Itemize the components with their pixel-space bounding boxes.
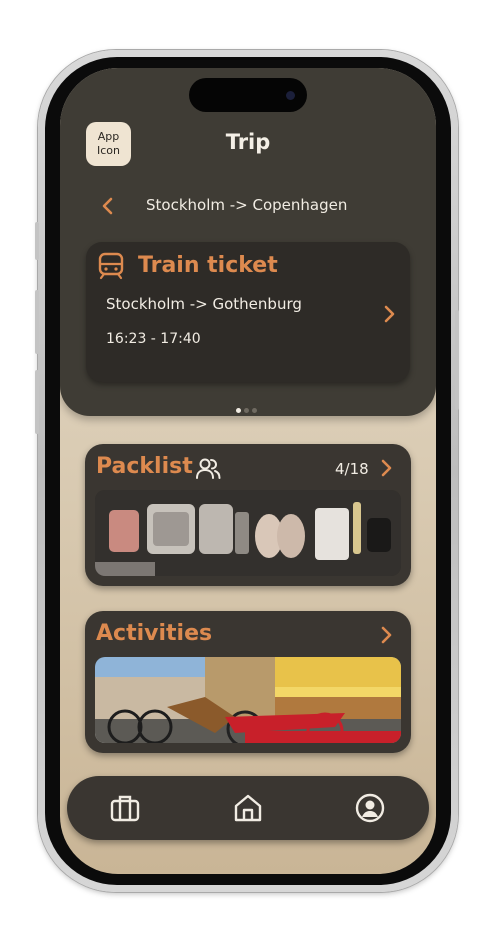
camera-icon: [286, 91, 295, 100]
carousel-dot[interactable]: [244, 408, 249, 413]
chevron-right-icon[interactable]: [382, 304, 396, 324]
app-screen: App Icon Trip Stockholm -> Copenhagen Tr…: [60, 68, 436, 874]
app-icon[interactable]: App Icon: [86, 122, 131, 166]
page-title: Trip: [225, 130, 271, 154]
side-button-volume-down: [35, 370, 39, 434]
carousel-indicator[interactable]: [236, 398, 260, 417]
people-icon[interactable]: [195, 458, 221, 480]
side-button-action: [35, 222, 39, 260]
luggage-icon[interactable]: [109, 792, 141, 824]
packlist-card[interactable]: Packlist 4/18: [85, 444, 411, 586]
chevron-left-icon[interactable]: [100, 196, 116, 216]
activities-card[interactable]: Activities: [85, 611, 411, 753]
packlist-title: Packlist: [96, 454, 193, 479]
ticket-title: Train ticket: [138, 253, 278, 278]
profile-icon[interactable]: [354, 792, 386, 824]
side-button-volume-up: [35, 290, 39, 354]
train-ticket-card[interactable]: Train ticket Stockholm -> Gothenburg 16:…: [86, 242, 410, 382]
trip-route: Stockholm -> Copenhagen: [146, 196, 348, 214]
train-icon: [98, 252, 124, 280]
packlist-photo: [95, 490, 401, 576]
chevron-right-icon[interactable]: [379, 458, 393, 478]
activities-title: Activities: [96, 621, 213, 646]
carousel-dot[interactable]: [236, 408, 241, 413]
packlist-count: 4/18: [335, 460, 369, 478]
chevron-right-icon[interactable]: [379, 625, 393, 645]
ticket-route: Stockholm -> Gothenburg: [106, 295, 302, 313]
side-button-power: [455, 310, 459, 410]
ticket-time: 16:23 - 17:40: [106, 331, 201, 347]
carousel-dot[interactable]: [252, 408, 257, 413]
trip-header-panel: App Icon Trip Stockholm -> Copenhagen Tr…: [60, 68, 436, 416]
home-icon[interactable]: [232, 792, 264, 824]
bottom-navigation: [67, 776, 429, 840]
activities-photo: [95, 657, 401, 743]
